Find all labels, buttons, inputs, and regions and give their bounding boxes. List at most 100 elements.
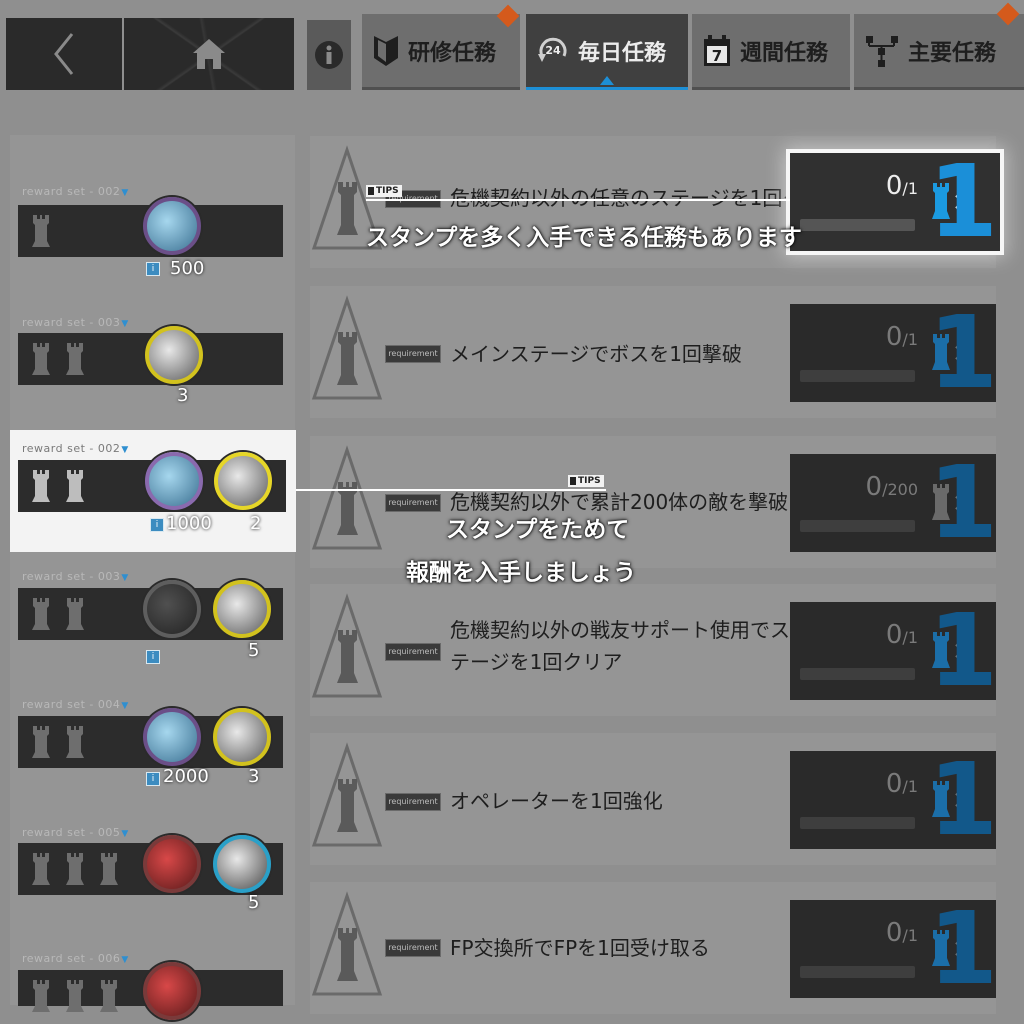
weapon-icon[interactable] bbox=[143, 962, 201, 1020]
reward-qty: 5 bbox=[248, 892, 260, 913]
network-icon bbox=[866, 35, 898, 67]
mission-text: メインステージでボスを1回撃破 bbox=[450, 342, 742, 366]
stamp-tower-icon bbox=[32, 598, 50, 630]
paper-material-icon[interactable] bbox=[214, 452, 272, 510]
highlighted-reward-set[interactable]: reward set - 002 i 1000 2 bbox=[10, 430, 296, 552]
reward-multiplier: 1 bbox=[928, 444, 996, 561]
tip-text: 報酬を入手しましょう bbox=[406, 560, 636, 586]
stamp-tower-icon bbox=[32, 343, 50, 375]
progress-count: 0/1 bbox=[885, 322, 918, 352]
card-icon: i bbox=[146, 772, 160, 786]
reward-multiplier: 1 bbox=[928, 741, 996, 858]
mission-text: 危機契約以外の戦友サポート使用でステージを1回クリア bbox=[450, 618, 790, 674]
rhodes-island-logo-icon bbox=[311, 445, 383, 550]
tab-daily-missions[interactable]: 24 毎日任務 bbox=[526, 14, 688, 90]
stamp-tower-icon bbox=[66, 853, 84, 885]
card-icon: i bbox=[150, 518, 164, 532]
mission-card[interactable]: requirement メインステージでボスを1回撃破 0/1 × 1 bbox=[310, 286, 996, 418]
reward-set-label: reward set - 004 bbox=[22, 698, 129, 711]
home-button[interactable] bbox=[124, 18, 294, 90]
progress-bar bbox=[800, 219, 915, 231]
mission-progress-box: 0/1 × 1 bbox=[790, 890, 996, 1007]
active-tab-caret bbox=[600, 76, 614, 85]
tips-tag: TIPS bbox=[568, 475, 604, 487]
requirement-tag: requirement bbox=[385, 793, 441, 811]
material-icon[interactable] bbox=[213, 580, 271, 638]
tips-tag: TIPS bbox=[366, 185, 402, 197]
24h-refresh-icon: 24 bbox=[538, 37, 567, 62]
progress-bar bbox=[800, 817, 915, 829]
stamp-tower-icon bbox=[66, 343, 84, 375]
progress-bar bbox=[800, 520, 915, 532]
calendar-icon: 7 bbox=[704, 34, 730, 66]
tip-connector-line bbox=[296, 489, 606, 491]
requirement-tag: requirement bbox=[385, 345, 441, 363]
calendar-icon-text: 7 bbox=[712, 47, 722, 65]
reward-qty: 2 bbox=[250, 513, 262, 534]
material-icon[interactable] bbox=[145, 326, 203, 384]
material-icon[interactable] bbox=[213, 835, 271, 893]
mission-card[interactable]: requirement 危機契約以外の戦友サポート使用でステージを1回クリア 0… bbox=[310, 584, 996, 716]
rhodes-island-logo-icon bbox=[311, 593, 383, 698]
reward-multiplier: 1 bbox=[928, 890, 996, 1007]
stamp-tower-icon bbox=[32, 470, 50, 502]
tab-label: 毎日任務 bbox=[578, 40, 667, 66]
training-icon bbox=[374, 35, 398, 66]
reward-qty: 1000 bbox=[166, 513, 212, 534]
furniture-pack-icon[interactable] bbox=[143, 835, 201, 893]
tab-label: 主要任務 bbox=[908, 40, 997, 66]
mission-card[interactable]: requirement 危機契約以外で累計200体の敵を撃破 0/200 × 1 bbox=[310, 436, 996, 568]
material-icon[interactable] bbox=[213, 708, 271, 766]
mission-text: FP交換所でFPを1回受け取る bbox=[450, 936, 710, 960]
reward-multiplier: 1 bbox=[928, 143, 998, 260]
mission-progress-box: 0/1 × 1 bbox=[790, 601, 996, 701]
mission-card[interactable]: requirement オペレーターを1回強化 0/1 × 1 bbox=[310, 733, 996, 865]
progress-bar bbox=[800, 966, 915, 978]
stamp-tower-icon bbox=[32, 215, 50, 247]
orundum-card-icon[interactable] bbox=[145, 452, 203, 510]
reward-qty: 3 bbox=[177, 385, 189, 406]
orundum-card-icon[interactable] bbox=[143, 197, 201, 255]
chevron-left-icon bbox=[54, 33, 74, 75]
card-icon: i bbox=[146, 262, 160, 276]
stamp-tower-icon bbox=[32, 980, 50, 1012]
tab-training-missions[interactable]: 研修任務 bbox=[362, 14, 520, 90]
reward-set-label: reward set - 003 bbox=[22, 316, 129, 329]
orundum-card-icon[interactable] bbox=[143, 708, 201, 766]
reward-set-label: reward set - 003 bbox=[22, 570, 129, 583]
progress-count: 0/200 bbox=[865, 472, 918, 502]
progress-count: 0/1 bbox=[885, 171, 918, 201]
progress-bar bbox=[800, 370, 915, 382]
stamp-tower-icon bbox=[100, 980, 118, 1012]
reward-qty: 2000 bbox=[163, 766, 209, 787]
tab-main-missions[interactable]: 主要任務 bbox=[854, 2, 1024, 90]
reward-set-label: reward set - 006 bbox=[22, 952, 129, 965]
reward-multiplier: 1 bbox=[928, 294, 996, 411]
stamp-tower-icon bbox=[66, 726, 84, 758]
stamp-tower-icon bbox=[100, 853, 118, 885]
progress-count: 0/1 bbox=[885, 918, 918, 948]
mission-progress-box: 0/1 × 1 bbox=[790, 741, 996, 858]
mission-card[interactable]: requirement FP交換所でFPを1回受け取る 0/1 × 1 bbox=[310, 882, 996, 1014]
tip-text: スタンプを多く入手できる任務もあります bbox=[366, 225, 802, 251]
card-icon: i bbox=[146, 650, 160, 664]
requirement-tag: requirement bbox=[385, 939, 441, 957]
requirement-tag: requirement bbox=[385, 643, 441, 661]
requirement-tag: requirement bbox=[385, 494, 441, 512]
highlighted-progress-box: 0/1 × 1 bbox=[790, 143, 1000, 260]
tip-text: スタンプをためて bbox=[446, 517, 630, 543]
tab-weekly-missions[interactable]: 7 週間任務 bbox=[692, 14, 850, 90]
bag-icon[interactable] bbox=[143, 580, 201, 638]
back-button[interactable] bbox=[6, 18, 122, 90]
mission-text: 危機契約以外の任意のステージを1回クリア bbox=[450, 186, 843, 210]
mission-progress-box: 0/200 × 1 bbox=[790, 444, 996, 561]
reward-qty: 3 bbox=[248, 766, 260, 787]
reward-qty: 5 bbox=[248, 640, 260, 661]
stamp-tower-icon bbox=[32, 853, 50, 885]
reward-set-label: reward set - 002 bbox=[22, 185, 129, 198]
info-button[interactable] bbox=[307, 20, 351, 90]
mission-text: オペレーターを1回強化 bbox=[450, 789, 663, 813]
tab-label: 研修任務 bbox=[408, 40, 497, 66]
24h-icon-text: 24 bbox=[545, 44, 561, 57]
tip-connector-line bbox=[366, 199, 790, 201]
